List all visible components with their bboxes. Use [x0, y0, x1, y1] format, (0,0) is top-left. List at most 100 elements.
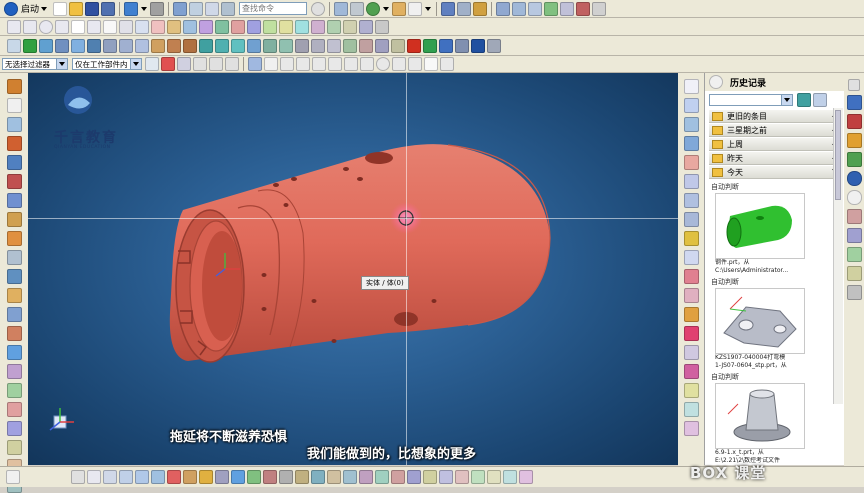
process-studio-icon[interactable] [846, 228, 862, 243]
studio-surface-icon[interactable] [6, 345, 22, 360]
edit-object-icon[interactable] [215, 470, 229, 484]
extension-icon[interactable] [6, 383, 22, 398]
journal-icon[interactable] [503, 470, 517, 484]
reuse-library-icon[interactable] [846, 152, 862, 167]
wrap-curve-icon[interactable] [359, 19, 373, 34]
model-canvas[interactable] [28, 73, 678, 465]
history-entry[interactable]: 自动判断 6.9-1.x_t.prt，从 E:\2.21\2\数控考试文件 [705, 372, 845, 464]
section-view-icon[interactable] [439, 470, 453, 484]
snap-view-icon[interactable] [334, 1, 349, 16]
settings-icon[interactable] [487, 38, 501, 53]
sketch-icon[interactable] [528, 1, 543, 16]
selection-scope-select[interactable]: 仅在工作部件内 [72, 58, 142, 70]
datum-plane-icon[interactable] [7, 38, 21, 53]
arrow-icon[interactable] [87, 470, 101, 484]
show-icon[interactable] [683, 364, 699, 379]
render-sphere-icon[interactable] [366, 1, 381, 16]
part-navigator-icon[interactable] [846, 133, 862, 148]
hide-icon[interactable] [683, 345, 699, 360]
close-icon[interactable] [6, 470, 20, 484]
toolbar-options-icon[interactable] [519, 470, 533, 484]
unite-icon[interactable] [151, 38, 165, 53]
open-folder-icon[interactable] [69, 1, 84, 16]
snap-existing-point-icon[interactable] [392, 57, 406, 71]
view-frame-icon[interactable] [683, 79, 699, 94]
display-icon[interactable] [683, 326, 699, 341]
trim-body-icon[interactable] [311, 38, 325, 53]
print-icon[interactable] [71, 470, 85, 484]
subtract-icon[interactable] [167, 38, 181, 53]
layer-icon[interactable] [457, 1, 472, 16]
view-top-icon[interactable] [683, 98, 699, 113]
drafting-icon[interactable] [439, 38, 453, 53]
start-menu-button[interactable]: 启动 [0, 1, 52, 17]
assembly-icon[interactable] [423, 38, 437, 53]
command-search-input[interactable] [239, 2, 308, 15]
wcs-dynamic-icon[interactable] [391, 470, 405, 484]
sweep-icon[interactable] [6, 212, 22, 227]
macro-icon[interactable] [487, 470, 501, 484]
snap-tangent-icon[interactable] [328, 57, 342, 71]
arc-icon[interactable] [23, 19, 37, 34]
orient-view-icon[interactable] [441, 1, 456, 16]
cylinder-feature-icon[interactable] [512, 1, 527, 16]
lighting-icon[interactable] [683, 288, 699, 303]
view-right-icon[interactable] [683, 136, 699, 151]
history-icon[interactable] [846, 190, 862, 205]
layer-settings-icon[interactable] [327, 470, 341, 484]
info-icon[interactable] [231, 470, 245, 484]
repeat-command-icon[interactable] [173, 1, 188, 16]
window-icon[interactable] [205, 1, 220, 16]
mesh-icon[interactable] [6, 269, 22, 284]
join-curve-icon[interactable] [215, 19, 229, 34]
transform-icon[interactable] [183, 470, 197, 484]
isoparametric-icon[interactable] [343, 19, 357, 34]
snap-point-icon[interactable] [280, 57, 294, 71]
name-label-icon[interactable] [471, 38, 485, 53]
face-icon[interactable] [6, 155, 22, 170]
system-scenes-icon[interactable] [846, 285, 862, 300]
sketch-box-icon[interactable] [6, 98, 22, 113]
spline-icon[interactable] [135, 19, 149, 34]
history-group[interactable]: 更旧的条目 [709, 110, 841, 123]
web-browser-icon[interactable] [846, 171, 862, 186]
save-as-icon[interactable] [101, 1, 116, 16]
undo-icon[interactable] [124, 1, 139, 16]
view-front-icon[interactable] [683, 117, 699, 132]
extend-curve-icon[interactable] [247, 19, 261, 34]
through-curves-icon[interactable] [6, 326, 22, 341]
line-icon[interactable] [7, 19, 21, 34]
redo-icon[interactable] [150, 1, 165, 16]
profile-icon[interactable] [6, 117, 22, 132]
thread-icon[interactable] [295, 38, 309, 53]
offset-face-icon[interactable] [343, 38, 357, 53]
block-feature-icon[interactable] [496, 1, 511, 16]
trim-sheet-icon[interactable] [6, 402, 22, 417]
ruled-icon[interactable] [6, 250, 22, 265]
split-body-icon[interactable] [327, 38, 341, 53]
mirror-curve-icon[interactable] [375, 19, 389, 34]
view-left-icon[interactable] [683, 231, 699, 246]
polygon-icon[interactable] [87, 19, 101, 34]
chevron-down-icon[interactable] [383, 6, 390, 11]
snap-arc-center-icon[interactable] [376, 57, 390, 71]
snap-intersection-icon[interactable] [312, 57, 326, 71]
palette-icon[interactable] [683, 269, 699, 284]
snap-midpoint-icon[interactable] [209, 57, 223, 71]
history-entry[interactable]: 自动判断 KZS1907-040004打弯模 1-JS07-0604_stp.p… [705, 277, 845, 369]
sketch-plane-icon[interactable] [6, 79, 22, 94]
snap-quadrant-icon[interactable] [296, 57, 310, 71]
analysis-icon[interactable] [560, 1, 575, 16]
measure-distance-icon[interactable] [247, 470, 261, 484]
snap-face-icon[interactable] [360, 57, 374, 71]
roles-icon[interactable] [846, 266, 862, 281]
section-icon[interactable] [592, 1, 607, 16]
assembly-navigator-icon[interactable] [846, 95, 862, 110]
hole-icon[interactable] [55, 38, 69, 53]
loft-icon[interactable] [6, 231, 22, 246]
toggle-icon[interactable] [576, 1, 591, 16]
scale-body-icon[interactable] [359, 38, 373, 53]
curve-length-icon[interactable] [279, 19, 293, 34]
wcs-icon[interactable] [473, 1, 488, 16]
n-sided-icon[interactable] [6, 307, 22, 322]
